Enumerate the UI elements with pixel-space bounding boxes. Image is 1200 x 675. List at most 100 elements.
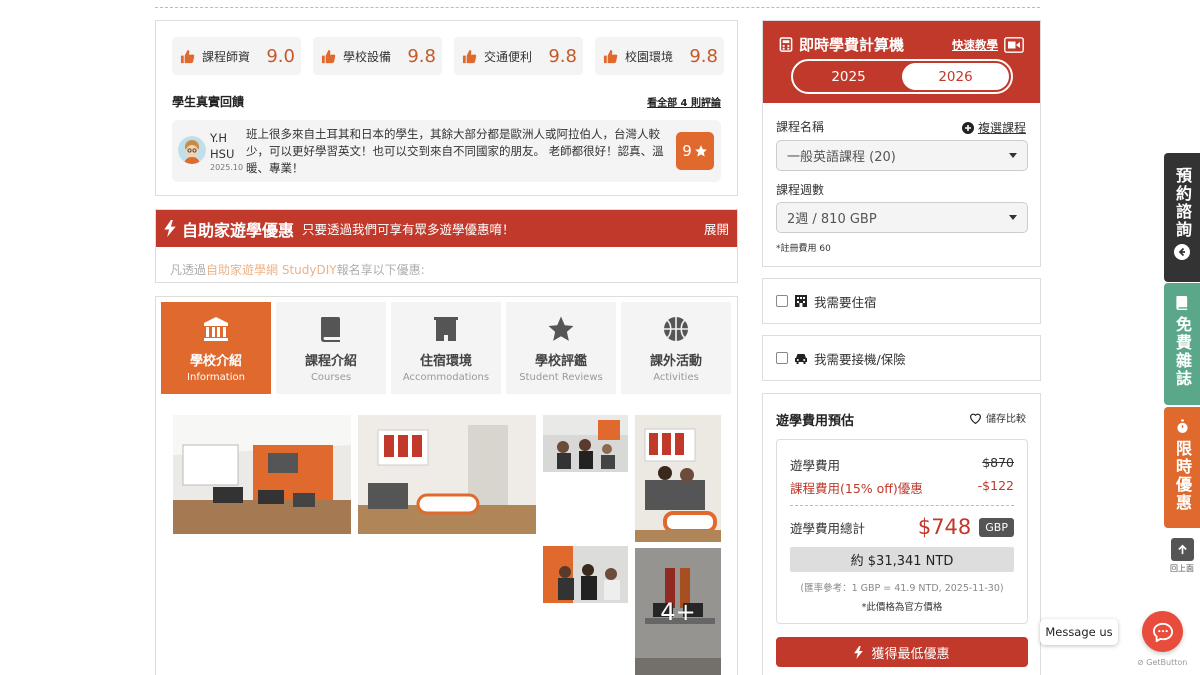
tab-sublabel: Courses — [310, 371, 352, 383]
gallery-photo-lounge[interactable] — [358, 415, 536, 534]
tab-label: 學校評鑑 — [534, 353, 587, 369]
add-course-link[interactable]: 複選課程 — [961, 119, 1026, 136]
best-offer-label: 獲得最低優惠 — [871, 646, 950, 662]
photo-class-image — [543, 546, 628, 603]
back-to-top-button[interactable] — [1171, 538, 1194, 561]
stopwatch-icon — [1176, 419, 1188, 433]
gallery-photo-more[interactable]: 4+ — [635, 548, 721, 675]
year-2026-button[interactable]: 2026 — [902, 63, 1009, 90]
hotel-icon — [795, 295, 807, 307]
rating-teachers: 課程師資 9.0 — [172, 37, 301, 75]
exchange-rate-note: (匯率參考：1 GBP = 41.9 NTD, 2025-11-30) — [800, 583, 1004, 594]
tab-label: 課外活動 — [649, 353, 702, 369]
tab-information[interactable]: 學校介紹 Information — [161, 302, 271, 394]
gallery-photo-class[interactable] — [543, 546, 628, 603]
arrow-left-circle-icon — [1174, 244, 1190, 260]
plus-circle-icon — [961, 121, 974, 134]
promo-bar[interactable]: 自助家遊學優惠 只要透過我們可享有眾多遊學優惠唷！ 展開 — [156, 210, 737, 247]
tuition-calculator: 即時學費計算機 快速教學 2025 2026 課程名稱 複選課程 一般英語課程 … — [762, 20, 1041, 267]
building-icon — [434, 316, 458, 341]
gallery-photo-classroom[interactable] — [173, 415, 351, 534]
more-photos-count: 4+ — [660, 597, 696, 626]
rating-facilities: 學校設備 9.8 — [313, 37, 442, 75]
cost-estimate: 遊學費用預估 儲存比較 遊學費用 $870 課程費用(15% off)優惠 -$… — [762, 393, 1041, 675]
photo-sofa-image — [635, 415, 721, 542]
currency-badge: GBP — [979, 517, 1014, 537]
gallery-photo-students[interactable] — [543, 415, 628, 472]
more-photos-overlay: 4+ — [635, 548, 721, 675]
ntd-conversion: 約 $31,341 NTD — [790, 547, 1014, 572]
promo-title: 自助家遊學優惠 — [182, 220, 295, 240]
add-course-label: 複選課程 — [977, 121, 1026, 135]
thumbs-up-icon — [603, 49, 618, 63]
registration-fee-note: *註冊費用 60 — [776, 244, 831, 254]
pickup-option[interactable]: 我需要接機/保險 — [762, 335, 1041, 381]
fee-label: 遊學費用 — [790, 458, 841, 473]
rating-score: 9.8 — [689, 45, 718, 67]
side-tab-consultation[interactable]: 預約諮詢 — [1164, 153, 1200, 282]
tab-sublabel: Student Reviews — [519, 371, 603, 383]
tab-label: 課程介紹 — [304, 353, 357, 369]
tab-activities[interactable]: 課外活動 Activities — [621, 302, 731, 394]
tab-sublabel: Information — [187, 371, 245, 383]
get-best-offer-button[interactable]: 獲得最低優惠 — [776, 637, 1028, 667]
promo-expand-button[interactable]: 展開 — [704, 219, 729, 238]
chat-launcher-button[interactable] — [1142, 611, 1183, 652]
calculator-header: 即時學費計算機 快速教學 2025 2026 — [763, 21, 1040, 103]
year-2025-button[interactable]: 2025 — [795, 63, 902, 90]
weeks-select[interactable]: 2週 / 810 GBP — [776, 202, 1028, 233]
discount-value: -$122 — [977, 478, 1014, 493]
photo-students-image — [543, 415, 628, 472]
tab-sublabel: Activities — [653, 371, 699, 383]
promo-text-prefix: 凡透過 — [170, 263, 207, 277]
quick-guide-label: 快速教學 — [952, 38, 998, 52]
chevron-down-icon — [1009, 215, 1017, 220]
total-label: 遊學費用總計 — [790, 520, 866, 536]
side-tab-label: 限時優惠 — [1173, 440, 1192, 512]
back-to-top-label: 回上面 — [1170, 564, 1194, 573]
message-us-bubble[interactable]: Message us — [1040, 619, 1118, 645]
basketball-icon — [664, 316, 688, 341]
review-card: Y.H HSU 2025.10 班上很多來自土耳其和日本的學生，其餘大部分都是歐… — [172, 120, 721, 182]
getbutton-label: GetButton — [1146, 658, 1188, 667]
lightning-icon — [854, 645, 864, 659]
save-compare-button[interactable]: 儲存比較 — [969, 410, 1026, 425]
tab-label: 住宿環境 — [419, 353, 472, 369]
heart-icon — [970, 413, 981, 424]
discount-row: 課程費用(15% off)優惠 -$122 — [790, 478, 1014, 497]
housing-option[interactable]: 我需要住宿 — [762, 278, 1041, 324]
thumbs-up-icon — [462, 49, 477, 63]
tab-label: 學校介紹 — [189, 353, 242, 369]
book-icon — [321, 316, 340, 342]
video-icon — [1004, 37, 1024, 53]
rating-score: 9.0 — [266, 45, 295, 67]
school-building-icon — [204, 316, 228, 341]
tab-sublabel: Accommodations — [402, 371, 490, 383]
side-tab-limited-offer[interactable]: 限時優惠 — [1164, 407, 1200, 528]
review-text: 班上很多來自土耳其和日本的學生，其餘大部分都是歐洲人或阿拉伯人，台灣人較少，可以… — [246, 127, 664, 175]
studydiy-link[interactable]: 自助家遊學網 StudyDIY — [206, 263, 337, 277]
section-tabs: 學校介紹 Information 課程介紹 Courses 住宿環境 Accom… — [161, 302, 731, 394]
tab-student-reviews[interactable]: 學校評鑑 Student Reviews — [506, 302, 616, 394]
tab-courses[interactable]: 課程介紹 Courses — [276, 302, 386, 394]
side-tab-magazine[interactable]: 免費雜誌 — [1164, 283, 1200, 405]
reviewer-name: Y.H HSU — [210, 131, 235, 161]
gallery-photo-sofa[interactable] — [635, 415, 721, 542]
tab-accommodations[interactable]: 住宿環境 Accommodations — [391, 302, 501, 394]
star-icon — [548, 316, 574, 341]
quick-guide-link[interactable]: 快速教學 — [952, 37, 1024, 53]
avatar — [178, 136, 206, 164]
rating-label: 交通便利 — [484, 49, 533, 64]
course-name-label: 課程名稱 — [776, 120, 825, 134]
see-all-reviews-link[interactable]: 看全部 4 則評論 — [647, 94, 721, 109]
housing-checkbox[interactable] — [776, 295, 788, 307]
course-select[interactable]: 一般英語課程 (20) — [776, 140, 1028, 171]
side-tab-label: 免費雜誌 — [1173, 316, 1192, 388]
pickup-checkbox[interactable] — [776, 352, 788, 364]
avatar-illustration — [178, 136, 206, 164]
course-weeks-label: 課程週數 — [776, 183, 825, 197]
year-toggle: 2025 2026 — [791, 59, 1013, 94]
car-icon — [795, 353, 807, 364]
pickup-label: 我需要接機/保險 — [814, 351, 906, 367]
housing-label: 我需要住宿 — [814, 294, 877, 310]
